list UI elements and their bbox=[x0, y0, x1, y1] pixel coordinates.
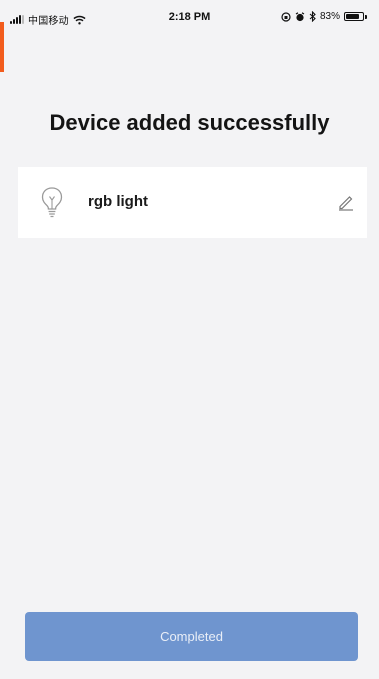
alarm-icon bbox=[295, 11, 305, 21]
accent-edge bbox=[0, 22, 4, 72]
device-name: rgb light bbox=[88, 193, 148, 210]
status-right: 83% bbox=[281, 11, 367, 22]
battery-icon bbox=[344, 12, 367, 21]
battery-fill bbox=[346, 14, 360, 19]
status-bar: 中国移动 2:18 PM 83% bbox=[0, 0, 379, 36]
orientation-lock-icon bbox=[281, 11, 291, 22]
light-bulb-icon bbox=[41, 187, 63, 218]
screen: 中国移动 2:18 PM 83% Device added successful… bbox=[0, 0, 379, 679]
page-title: Device added successfully bbox=[49, 110, 330, 135]
bluetooth-icon bbox=[309, 11, 316, 22]
device-card[interactable]: rgb light bbox=[18, 167, 367, 238]
pencil-icon[interactable] bbox=[337, 194, 355, 211]
completed-button[interactable]: Completed bbox=[25, 612, 358, 661]
battery-percent: 83% bbox=[319, 11, 340, 22]
